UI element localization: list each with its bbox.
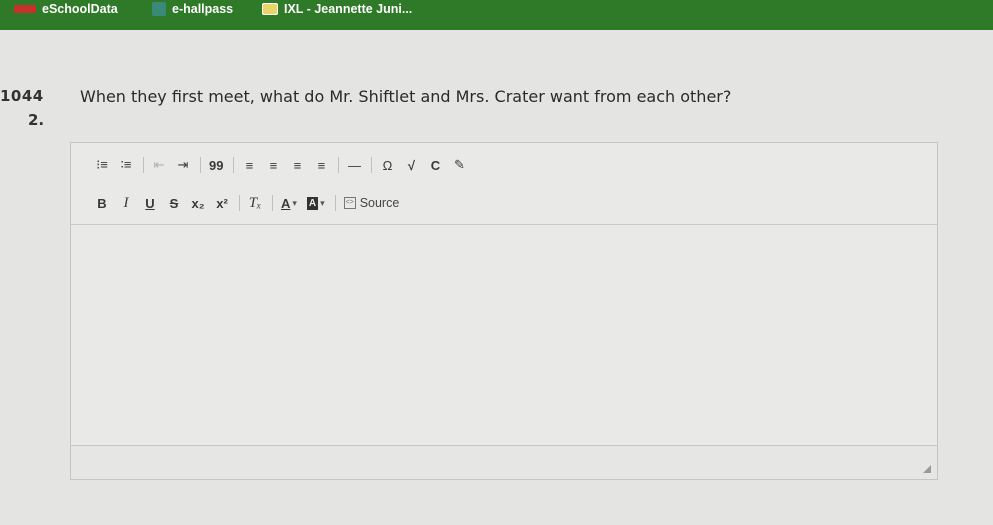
increase-indent-button[interactable]: ⇥ <box>172 154 194 176</box>
toolbar-separator <box>239 195 240 211</box>
editor-toolbar: ⁝≡ ∶≡ ⇤ ⇥ 99 ≡ ≡ ≡ ≡ — Ω √ C ✎ B I U S x… <box>71 143 937 225</box>
background-color-icon: A <box>306 196 319 210</box>
bulleted-list-button[interactable]: ∶≡ <box>115 154 137 176</box>
ixl-icon <box>262 3 278 15</box>
toolbar-separator <box>143 157 144 173</box>
background-color-button[interactable]: A ▾ <box>303 192 329 214</box>
blockquote-button[interactable]: 99 <box>205 154 227 176</box>
justify-button[interactable]: ≡ <box>310 154 332 176</box>
toolbar-row-2: B I U S x₂ x² Tₓ A ▾ A ▾ <> Source <box>91 192 405 214</box>
toolbar-separator <box>338 157 340 173</box>
editor-status-bar <box>71 445 937 479</box>
bookmark-label: e-hallpass <box>172 2 234 16</box>
editor-content-area[interactable] <box>71 225 937 447</box>
toolbar-separator <box>200 157 201 173</box>
underline-button[interactable]: U <box>139 192 161 214</box>
toolbar-separator <box>272 195 273 211</box>
horizontal-rule-button[interactable]: — <box>343 154 365 176</box>
question-number: 1044 <box>0 87 44 105</box>
subscript-button[interactable]: x₂ <box>187 192 209 214</box>
decrease-indent-button[interactable]: ⇤ <box>148 154 170 176</box>
chemistry-button[interactable]: C <box>424 154 446 176</box>
math-equation-button[interactable]: √ <box>400 154 422 176</box>
draw-pencil-icon[interactable]: ✎ <box>448 154 470 176</box>
toolbar-row-1: ⁝≡ ∶≡ ⇤ ⇥ 99 ≡ ≡ ≡ ≡ — Ω √ C ✎ <box>91 154 472 176</box>
toolbar-separator <box>371 157 373 173</box>
resize-handle-icon[interactable] <box>923 465 931 473</box>
source-label: Source <box>359 196 400 210</box>
eschooldata-icon <box>14 5 36 13</box>
bookmark-eschooldata[interactable]: eSchoolData <box>14 0 118 18</box>
bookmark-ixl[interactable]: IXL - Jeannette Juni... <box>262 0 412 18</box>
strikethrough-button[interactable]: S <box>163 192 185 214</box>
text-color-icon: A <box>281 195 291 211</box>
hallpass-icon <box>152 2 166 16</box>
superscript-button[interactable]: x² <box>211 192 233 214</box>
rich-text-editor: ⁝≡ ∶≡ ⇤ ⇥ 99 ≡ ≡ ≡ ≡ — Ω √ C ✎ B I U S x… <box>70 142 938 480</box>
bookmark-label: IXL - Jeannette Juni... <box>284 2 413 16</box>
toolbar-separator <box>334 195 336 211</box>
source-icon: <> <box>343 197 356 209</box>
numbered-list-button[interactable]: ⁝≡ <box>91 154 113 176</box>
question-text: When they first meet, what do Mr. Shiftl… <box>80 87 732 106</box>
bookmark-label: eSchoolData <box>42 2 118 16</box>
toolbar-separator <box>233 157 235 173</box>
special-character-button[interactable]: Ω <box>376 154 398 176</box>
bookmarks-bar: eSchoolData e-hallpass IXL - Jeannette J… <box>0 0 993 30</box>
remove-format-button[interactable]: Tₓ <box>244 192 266 214</box>
source-button[interactable]: <> Source <box>340 192 404 214</box>
align-right-button[interactable]: ≡ <box>286 154 308 176</box>
question-number-sub: 2. <box>28 111 45 129</box>
italic-button[interactable]: I <box>115 192 137 214</box>
chevron-down-icon: ▾ <box>292 197 297 208</box>
bold-button[interactable]: B <box>91 192 113 214</box>
align-left-button[interactable]: ≡ <box>238 154 260 176</box>
bookmark-ehallpass[interactable]: e-hallpass <box>152 0 233 18</box>
text-color-button[interactable]: A ▾ <box>277 192 301 214</box>
align-center-button[interactable]: ≡ <box>262 154 284 176</box>
chevron-down-icon: ▾ <box>320 197 325 208</box>
